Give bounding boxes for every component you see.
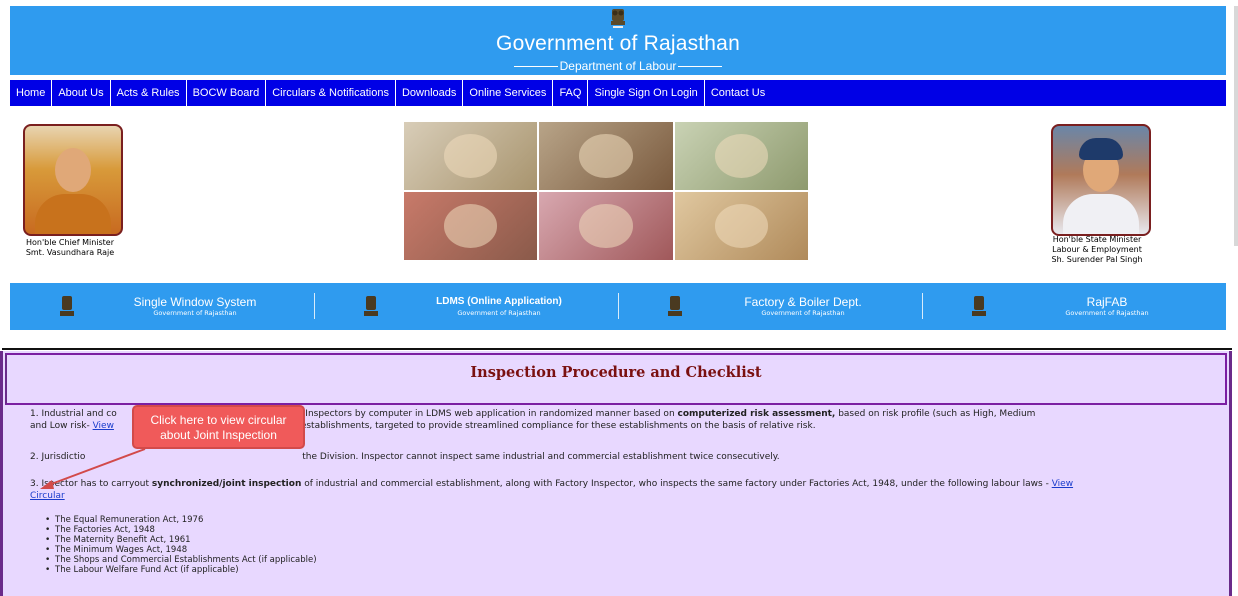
banner-collage-image	[404, 122, 808, 260]
photo-figure	[35, 194, 111, 234]
list-item: The Labour Welfare Fund Act (if applicab…	[45, 565, 317, 575]
portal-factory-boiler[interactable]: Factory & Boiler Dept. Government of Raja…	[618, 283, 922, 330]
nav-faq[interactable]: FAQ	[553, 80, 589, 106]
divider	[2, 348, 1232, 350]
chief-minister-photo	[23, 124, 123, 236]
state-emblem-icon	[972, 295, 986, 316]
portal-subtitle: Government of Rajasthan	[153, 309, 237, 317]
portal-name: Factory & Boiler Dept.	[744, 295, 862, 309]
nav-circulars[interactable]: Circulars & Notifications	[266, 80, 396, 106]
nav-about-us[interactable]: About Us	[52, 80, 111, 106]
main-nav: Home About Us Acts & Rules BOCW Board Ci…	[10, 80, 1226, 106]
list-item: The Maternity Benefit Act, 1961	[45, 535, 317, 545]
nav-sso-login[interactable]: Single Sign On Login	[588, 80, 705, 106]
list-item: The Shops and Commercial Establishments …	[45, 555, 317, 565]
collage-tile	[404, 192, 538, 260]
state-emblem-icon	[364, 295, 378, 316]
portal-rajfab[interactable]: RajFAB Government of Rajasthan	[922, 283, 1226, 330]
site-header: Government of Rajasthan Department of La…	[10, 6, 1226, 75]
portal-name: RajFAB	[1086, 295, 1128, 309]
department-name: Department of Labour	[559, 59, 677, 73]
view-circular-link[interactable]: Circular	[30, 491, 65, 501]
portal-links-bar: Single Window System Government of Rajast…	[10, 283, 1226, 330]
portal-subtitle: Government of Rajasthan	[1065, 309, 1149, 317]
portal-single-window[interactable]: Single Window System Government of Rajast…	[10, 283, 314, 330]
callout-line: about Joint Inspection	[160, 428, 277, 442]
caption-line: Hon'ble Chief Minister	[25, 238, 115, 247]
collage-tile	[404, 122, 538, 190]
portal-name: LDMS (Online Application)	[436, 296, 562, 307]
scrollbar[interactable]	[1234, 6, 1238, 246]
view-circular-link[interactable]: View	[1052, 479, 1073, 489]
divider	[678, 65, 723, 67]
caption-line: Smt. Vasundhara Raje	[25, 248, 115, 257]
nav-downloads[interactable]: Downloads	[396, 80, 464, 106]
nav-home[interactable]: Home	[10, 80, 53, 106]
caption-line: Hon'ble State Minister	[1052, 235, 1142, 244]
state-emblem-icon	[60, 295, 74, 316]
nav-acts-rules[interactable]: Acts & Rules	[111, 80, 187, 106]
portal-name: Single Window System	[133, 295, 257, 309]
view-link[interactable]: View	[93, 421, 114, 431]
state-minister-caption: Hon'ble State Minister Labour & Employme…	[1030, 235, 1164, 265]
annotation-callout: Click here to view circular about Joint …	[132, 405, 305, 449]
paragraph-2: 2. Jurisdictio the Division. Inspector c…	[30, 452, 780, 462]
collage-tile	[539, 192, 673, 260]
page-title: Inspection Procedure and Checklist	[470, 364, 762, 381]
portal-ldms[interactable]: LDMS (Online Application) Government of R…	[314, 283, 618, 330]
list-item: The Equal Remuneration Act, 1976	[45, 515, 317, 525]
collage-tile	[674, 192, 808, 260]
collage-tile	[674, 122, 808, 190]
nav-contact-us[interactable]: Contact Us	[705, 80, 771, 106]
callout-line: Click here to view circular	[150, 413, 287, 427]
photo-turban	[1079, 138, 1123, 160]
site-title: Government of Rajasthan	[496, 32, 740, 55]
labour-laws-list: The Equal Remuneration Act, 1976 The Fac…	[45, 515, 317, 575]
list-item: The Factories Act, 1948	[45, 525, 317, 535]
caption-line: Sh. Surender Pal Singh	[1051, 255, 1143, 264]
portal-subtitle: Government of Rajasthan	[457, 309, 541, 317]
caption-line: Labour & Employment	[1052, 245, 1142, 254]
divider	[513, 65, 558, 67]
list-item: The Minimum Wages Act, 1948	[45, 545, 317, 555]
collage-tile	[539, 122, 673, 190]
department-row: Department of Labour	[10, 59, 1226, 73]
nav-online-services[interactable]: Online Services	[463, 80, 554, 106]
content-panel: Inspection Procedure and Checklist 1. In…	[0, 351, 1232, 596]
photo-figure	[1063, 194, 1139, 234]
state-emblem-icon	[611, 9, 625, 28]
portal-subtitle: Government of Rajasthan	[761, 309, 845, 317]
chief-minister-caption: Hon'ble Chief Minister Smt. Vasundhara R…	[12, 238, 128, 258]
heading-box: Inspection Procedure and Checklist	[5, 353, 1227, 405]
state-emblem-icon	[668, 295, 682, 316]
paragraph-3: 3. Ispector has to carryout synchronized…	[30, 479, 1074, 501]
nav-bocw-board[interactable]: BOCW Board	[187, 80, 267, 106]
photo-face	[55, 148, 91, 192]
state-minister-photo	[1051, 124, 1151, 236]
